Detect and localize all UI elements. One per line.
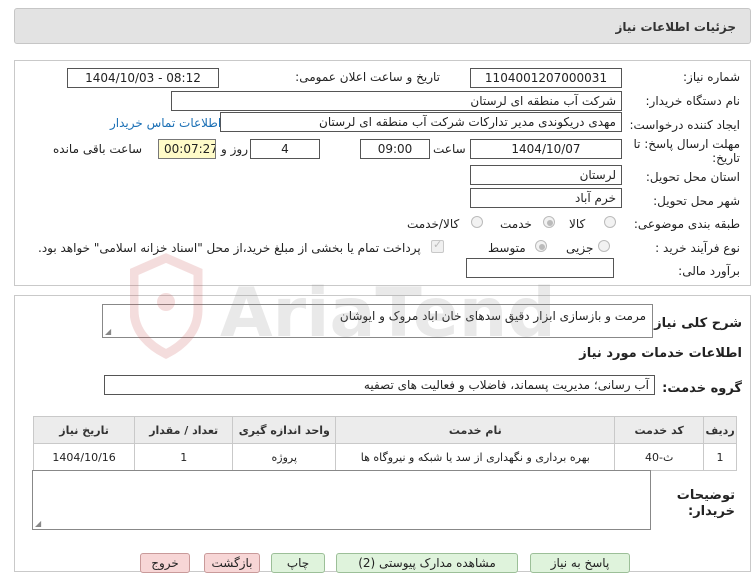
buyer-org-label: نام دستگاه خریدار: (645, 94, 741, 108)
service-group-field[interactable]: آب رسانی؛ مدیریت پسماند، فاضلاب و فعالیت… (104, 375, 655, 395)
col-code: کد خدمت (614, 416, 705, 444)
category-radio-both[interactable] (471, 216, 483, 228)
treasury-checkbox[interactable] (431, 238, 444, 253)
estimate-field[interactable] (466, 258, 614, 278)
table-header-row: ردیف کد خدمت نام خدمت واحد اندازه گیری ت… (32, 416, 737, 444)
cell-date: 1404/10/16 (32, 443, 136, 471)
table-row[interactable]: 1 ث-40 بهره برداری و نگهداری از سد یا شب… (32, 443, 737, 471)
back-button[interactable]: بازگشت (204, 553, 260, 573)
deadline-date-field[interactable]: 1404/10/07 (470, 139, 622, 159)
cell-row: 1 (703, 443, 737, 471)
services-table-wrap: ردیف کد خدمت نام خدمت واحد اندازه گیری ت… (32, 416, 737, 471)
cell-name: بهره برداری و نگهداری از سد یا شبکه و نی… (335, 443, 616, 471)
cell-unit: پروژه (232, 443, 337, 471)
creator-label: ایجاد کننده درخواست: (629, 118, 740, 132)
category-label: طبقه بندی موضوعی: (633, 217, 740, 231)
province-label: استان محل تحویل: (645, 170, 740, 184)
announce-label: تاریخ و ساعت اعلان عمومی: (295, 70, 440, 84)
reply-button[interactable]: پاسخ به نیاز (530, 553, 630, 573)
description-text: مرمت و بازسازی ابزار دقیق سدهای خان اباد… (339, 309, 646, 323)
announce-field[interactable]: 1404/10/03 - 08:12 (67, 68, 219, 88)
col-unit: واحد اندازه گیری (232, 416, 337, 444)
resize-handle-icon[interactable]: ◢ (35, 519, 41, 528)
time-label: ساعت (433, 142, 466, 156)
remaining-label: ساعت باقی مانده (53, 142, 143, 156)
category-option-both: کالا/خدمت (407, 217, 460, 231)
category-option-goods: کالا (569, 217, 586, 231)
process-label: نوع فرآیند خرید : (655, 241, 740, 255)
process-option-medium: متوسط (488, 241, 526, 255)
category-option-service: خدمت (500, 217, 532, 231)
services-table: ردیف کد خدمت نام خدمت واحد اندازه گیری ت… (32, 416, 737, 471)
province-field[interactable]: لرستان (470, 165, 622, 185)
print-button[interactable]: چاپ (271, 553, 325, 573)
col-qty: تعداد / مقدار (134, 416, 234, 444)
days-label: روز و (221, 142, 248, 156)
need-number-label: شماره نیاز: (683, 70, 740, 84)
city-field[interactable]: خرم آباد (470, 188, 622, 208)
category-radio-service[interactable] (543, 216, 555, 228)
payment-note: پرداخت تمام یا بخشی از مبلغ خرید،از محل … (38, 241, 421, 255)
category-radio-goods[interactable] (604, 216, 616, 228)
need-number-field[interactable]: 1104001207000031 (470, 68, 622, 88)
attachments-button[interactable]: مشاهده مدارک پیوستی (2) (336, 553, 518, 573)
col-date: تاریخ نیاز (32, 416, 136, 444)
contact-buyer-link[interactable]: اطلاعات تماس خریدار (110, 116, 221, 130)
buyer-notes-field[interactable]: ◢ (32, 470, 651, 530)
description-label: شرح کلی نیاز: (648, 316, 742, 331)
page-title: جزئیات اطلاعات نیاز (615, 20, 736, 34)
description-field[interactable]: مرمت و بازسازی ابزار دقیق سدهای خان اباد… (102, 304, 653, 338)
cell-code: ث-40 (614, 443, 705, 471)
col-name: نام خدمت (335, 416, 616, 444)
cell-qty: 1 (134, 443, 234, 471)
process-radio-medium[interactable] (535, 240, 547, 252)
buyer-notes-label-2: خریدار: (688, 504, 735, 519)
exit-button[interactable]: خروج (140, 553, 190, 573)
deadline-time-field[interactable]: 09:00 (360, 139, 430, 159)
process-option-minor: جزیی (566, 241, 594, 255)
estimate-label: برآورد مالی: (678, 264, 740, 278)
col-row: ردیف (703, 416, 737, 444)
days-field[interactable]: 4 (250, 139, 320, 159)
services-section-title: اطلاعات خدمات مورد نیاز (579, 346, 742, 361)
process-radio-minor[interactable] (598, 240, 610, 252)
buyer-org-field[interactable]: شرکت آب منطقه ای لرستان (171, 91, 622, 111)
remaining-timer: 00:07:27 (158, 139, 216, 159)
buyer-notes-label: توضیحات (676, 488, 735, 503)
resize-handle-icon[interactable]: ◢ (105, 327, 111, 336)
deadline-label-2: تاریخ: (712, 151, 740, 165)
service-group-label: گروه خدمت: (662, 381, 742, 396)
city-label: شهر محل تحویل: (653, 194, 740, 208)
deadline-label: مهلت ارسال پاسخ: تا (633, 137, 740, 151)
creator-field[interactable]: مهدی دریکوندی مدیر تدارکات شرکت آب منطقه… (220, 112, 622, 132)
page-header: جزئیات اطلاعات نیاز (14, 8, 751, 44)
